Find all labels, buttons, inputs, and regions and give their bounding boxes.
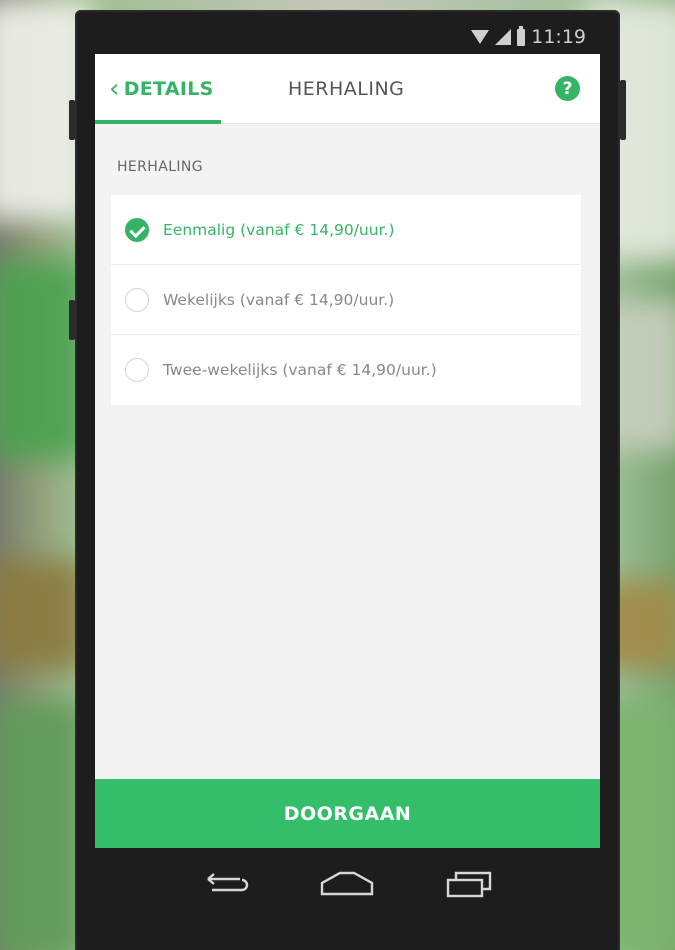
background-blur (0, 260, 85, 460)
status-bar: 11:19 (95, 20, 600, 54)
volume-button (69, 100, 75, 140)
signal-icon (495, 29, 512, 45)
back-nav-button[interactable] (196, 864, 256, 904)
frequency-options: Eenmalig (vanaf € 14,90/uur.) Wekelijks … (111, 195, 581, 405)
option-label: Eenmalig (vanaf € 14,90/uur.) (163, 220, 395, 239)
recent-apps-icon (446, 871, 492, 898)
home-nav-button[interactable] (317, 864, 377, 904)
recent-apps-nav-button[interactable] (439, 864, 499, 904)
page-title: HERHALING (288, 78, 405, 100)
option-eenmalig[interactable]: Eenmalig (vanaf € 14,90/uur.) (111, 195, 581, 265)
back-tab-details[interactable]: ‹ DETAILS (95, 54, 221, 124)
home-icon (321, 871, 374, 896)
background-blur (0, 560, 85, 670)
status-time: 11:19 (531, 26, 586, 48)
back-tab-label: DETAILS (123, 78, 214, 100)
chevron-left-icon: ‹ (109, 74, 120, 104)
option-twee-wekelijks[interactable]: Twee-wekelijks (vanaf € 14,90/uur.) (111, 335, 581, 405)
power-button (620, 80, 626, 140)
option-label: Twee-wekelijks (vanaf € 14,90/uur.) (163, 361, 437, 379)
back-icon (207, 873, 248, 892)
volume-button (69, 300, 75, 340)
radio-unchecked-icon[interactable] (125, 287, 149, 312)
section-label: HERHALING (117, 159, 204, 175)
option-label: Wekelijks (vanaf € 14,90/uur.) (163, 290, 395, 309)
help-button[interactable]: ? (555, 76, 580, 101)
continue-button[interactable]: DOORGAAN (95, 779, 600, 848)
app-screen: ‹ DETAILS HERHALING ? HERHALING Eenmalig… (95, 54, 600, 848)
battery-icon (517, 25, 526, 46)
question-icon: ? (562, 78, 573, 99)
option-wekelijks[interactable]: Wekelijks (vanaf € 14,90/uur.) (111, 265, 581, 335)
wifi-icon (471, 30, 490, 44)
radio-unchecked-icon[interactable] (125, 358, 149, 382)
app-header: ‹ DETAILS HERHALING ? (95, 54, 600, 124)
background-blur (0, 700, 85, 950)
android-nav-bar (95, 848, 600, 920)
radio-checked-icon[interactable] (125, 217, 149, 242)
